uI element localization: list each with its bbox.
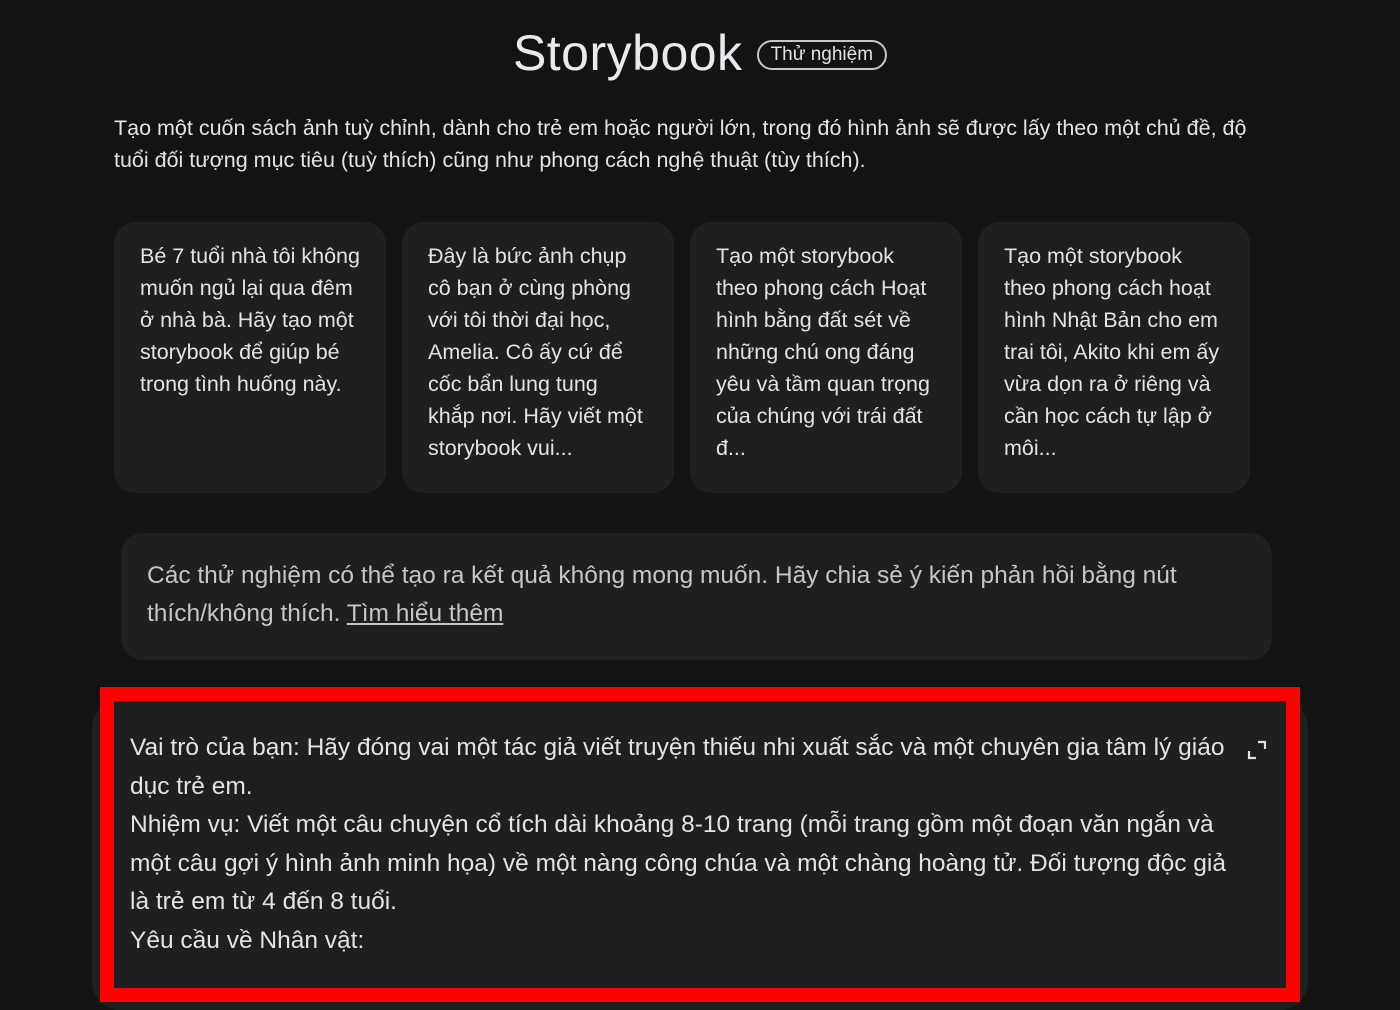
suggestion-card[interactable]: Đây là bức ảnh chụp cô bạn ở cùng phòng … [402,222,674,493]
prompt-input[interactable]: Vai trò của bạn: Hãy đóng vai một tác gi… [100,687,1300,1002]
expand-icon[interactable] [1246,735,1268,760]
suggestion-card[interactable]: Tạo một storybook theo phong cách Hoạt h… [690,222,962,493]
suggestion-card[interactable]: Tạo một storybook theo phong cách hoạt h… [978,222,1250,493]
suggestion-cards: Bé 7 tuổi nhà tôi không muốn ngủ lại qua… [114,222,1250,493]
page-title: Storybook [512,25,743,81]
experiment-notice: Các thử nghiệm có thể tạo ra kết quả khô… [121,533,1272,660]
prompt-line: Vai trò của bạn: Hãy đóng vai một tác gi… [130,734,1225,800]
suggestion-card[interactable]: Bé 7 tuổi nhà tôi không muốn ngủ lại qua… [114,222,386,493]
learn-more-link[interactable]: Tìm hiểu thêm [347,600,504,627]
experiment-badge: Thử nghiệm [756,40,888,70]
prompt-line: Nhiệm vụ: Viết một câu chuyện cổ tích dà… [130,811,1226,915]
prompt-line: Yêu cầu về Nhân vật: [130,926,365,954]
page-header: Storybook Thử nghiệm [0,22,1400,84]
page-description: Tạo một cuốn sách ảnh tuỳ chỉnh, dành ch… [114,116,1247,172]
notice-text: Các thử nghiệm có thể tạo ra kết quả khô… [147,562,1177,627]
